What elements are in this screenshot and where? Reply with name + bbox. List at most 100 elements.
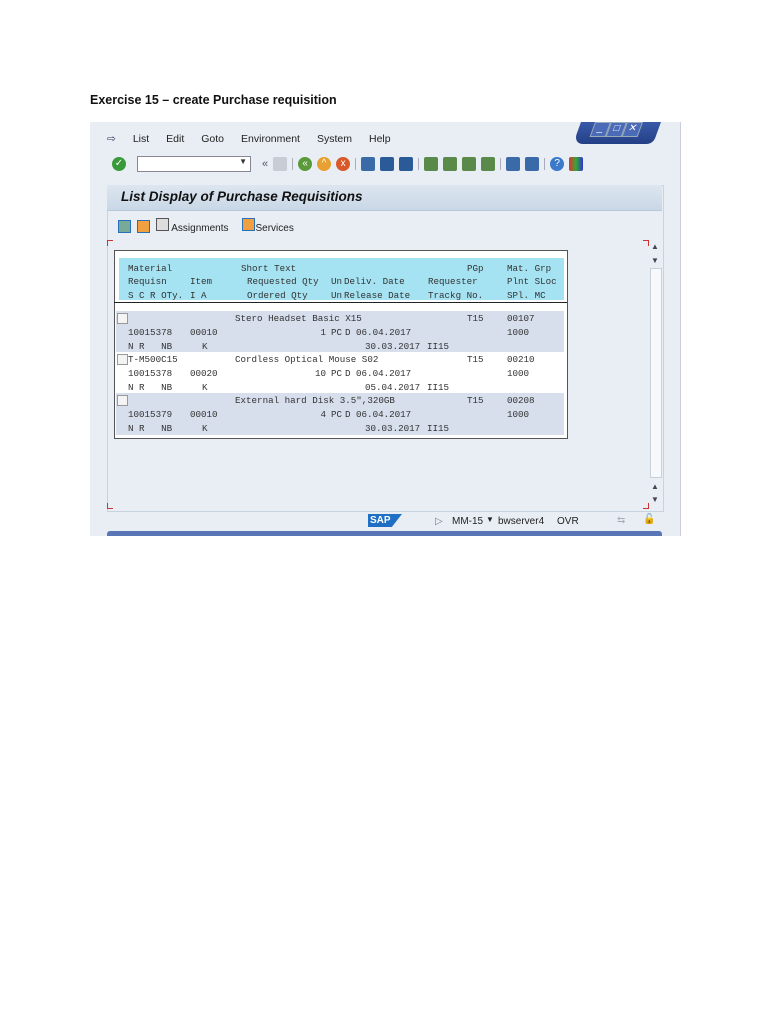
purchasing-group: T15	[467, 395, 484, 406]
collapse-icon[interactable]: «	[262, 158, 268, 170]
list-item-detail: 10015378 00010 1 PC D 06.04.2017 1000	[116, 325, 564, 339]
list-header-row: Requisn Item Requested Qty Un Deliv. Date Req…	[116, 274, 564, 288]
release-date: 05.04.2017	[365, 382, 421, 393]
tracking-number: II15	[427, 382, 450, 393]
header-pgp: PGp	[467, 263, 484, 274]
chevron-down-icon[interactable]: ▼	[486, 515, 494, 524]
scroll-up-icon[interactable]: ▲	[651, 482, 659, 491]
title-bar: List Display of Purchase Requisitions	[107, 185, 662, 211]
list-item: T-M500C15 Cordless Optical Mouse S02 T15 00…	[116, 352, 564, 366]
status-codes: N R NB	[128, 423, 173, 434]
lock-icon[interactable]: 🔓	[643, 514, 655, 525]
select-checkbox[interactable]	[117, 313, 128, 324]
menu-environment[interactable]: Environment	[241, 133, 300, 145]
help-icon[interactable]: ?	[550, 157, 565, 171]
list-item-detail: 10015379 00010 4 PC D 06.04.2017 1000	[116, 407, 564, 421]
scroll-up-icon[interactable]: ▲	[651, 242, 659, 251]
select-checkbox[interactable]	[117, 354, 128, 365]
corner-mark	[107, 503, 113, 509]
cancel-icon[interactable]: x	[336, 157, 351, 171]
header-material: S C R OTy.	[128, 290, 184, 301]
list-item-status: N R NB K 30.03.2017 II15	[116, 339, 564, 353]
last-page-icon[interactable]	[481, 157, 496, 171]
header-col3: Requested Qty	[247, 276, 319, 287]
tracking-number: II15	[427, 423, 450, 434]
item-icon[interactable]	[137, 219, 150, 233]
header-matgrp: Mat. Grp	[507, 263, 552, 274]
assignments-label: Assignments	[171, 223, 229, 234]
short-text: Cordless Optical Mouse S02	[235, 354, 379, 365]
requisition-number: 10015378	[128, 327, 173, 338]
purchasing-group: T15	[467, 354, 484, 365]
unit: PC	[331, 368, 343, 379]
status-toggle-icon[interactable]: ▷	[435, 516, 443, 527]
divider	[292, 158, 294, 170]
list-item: Stero Headset Basic X15 T15 00107	[116, 311, 564, 325]
item-number: 00010	[190, 409, 218, 420]
assignments-button[interactable]: Assignments	[156, 218, 228, 234]
select-checkbox[interactable]	[117, 395, 128, 406]
plant: 1000	[507, 409, 530, 420]
previous-page-icon[interactable]	[443, 157, 458, 171]
delivery-date: D 06.04.2017	[345, 409, 412, 420]
menu-bar: ⇨ List Edit Goto Environment System Help	[107, 133, 391, 145]
header-material: Requisn	[128, 276, 167, 287]
shortcut-icon[interactable]	[525, 157, 540, 171]
account-assignment: K	[202, 382, 208, 393]
header-item: I A	[190, 290, 207, 301]
menu-system[interactable]: System	[317, 133, 352, 145]
menu-help[interactable]: Help	[369, 133, 391, 145]
find-next-icon[interactable]	[399, 157, 414, 171]
assignments-icon	[156, 218, 169, 231]
divider	[355, 158, 357, 170]
account-assignment: K	[202, 341, 208, 352]
status-codes: N R NB	[128, 341, 173, 352]
header-material: Material	[128, 263, 173, 274]
next-page-icon[interactable]	[462, 157, 477, 171]
item-number: 00020	[190, 368, 218, 379]
services-icon	[242, 218, 256, 231]
bottom-frame	[107, 531, 662, 536]
transaction-code[interactable]: MM-15	[452, 516, 483, 527]
chevron-down-icon[interactable]: ▼	[239, 157, 247, 166]
plant: 1000	[507, 368, 530, 379]
account-assignment: K	[202, 423, 208, 434]
short-text: Stero Headset Basic X15	[235, 313, 362, 324]
application-toolbar: Assignments Services	[118, 218, 294, 234]
customize-layout-icon[interactable]	[569, 157, 584, 171]
header-col3: Short Text	[241, 263, 297, 274]
divider	[544, 158, 546, 170]
details-icon[interactable]	[118, 219, 131, 233]
vertical-scrollbar[interactable]	[650, 268, 662, 478]
print-icon[interactable]	[361, 157, 376, 171]
header-requester: Trackg No.	[428, 290, 484, 301]
short-text: External hard Disk 3.5",320GB	[235, 395, 395, 406]
new-session-icon[interactable]	[506, 157, 521, 171]
delivery-date: D 06.04.2017	[345, 327, 412, 338]
header-date: Release Date	[344, 290, 411, 301]
scroll-down-icon[interactable]: ▼	[651, 495, 659, 504]
back-icon[interactable]: «	[298, 157, 313, 171]
save-icon[interactable]	[273, 157, 288, 171]
material: T-M500C15	[128, 354, 178, 365]
scroll-down-icon[interactable]: ▼	[651, 256, 659, 265]
material-group: 00107	[507, 313, 535, 324]
enter-check-icon[interactable]: ✓	[112, 157, 126, 171]
screen-title: List Display of Purchase Requisitions	[121, 189, 363, 204]
command-field[interactable]: ▼	[137, 156, 251, 172]
header-un: Un	[331, 276, 343, 287]
item-number: 00010	[190, 327, 218, 338]
menu-exit-icon[interactable]: ⇨	[107, 133, 116, 145]
find-icon[interactable]	[380, 157, 395, 171]
menu-list[interactable]: List	[133, 133, 149, 145]
input-mode[interactable]: OVR	[557, 516, 579, 527]
services-button[interactable]: Services	[242, 218, 294, 234]
menu-goto[interactable]: Goto	[201, 133, 224, 145]
exit-icon[interactable]: ^	[317, 157, 332, 171]
first-page-icon[interactable]	[424, 157, 439, 171]
list-header-row: S C R OTy. I A Ordered Qty Un Release Date Tr…	[116, 288, 564, 302]
header-requester: Requester	[428, 276, 478, 287]
divider	[418, 158, 420, 170]
menu-edit[interactable]: Edit	[166, 133, 184, 145]
window-controls: _ □ ✕	[572, 122, 662, 144]
